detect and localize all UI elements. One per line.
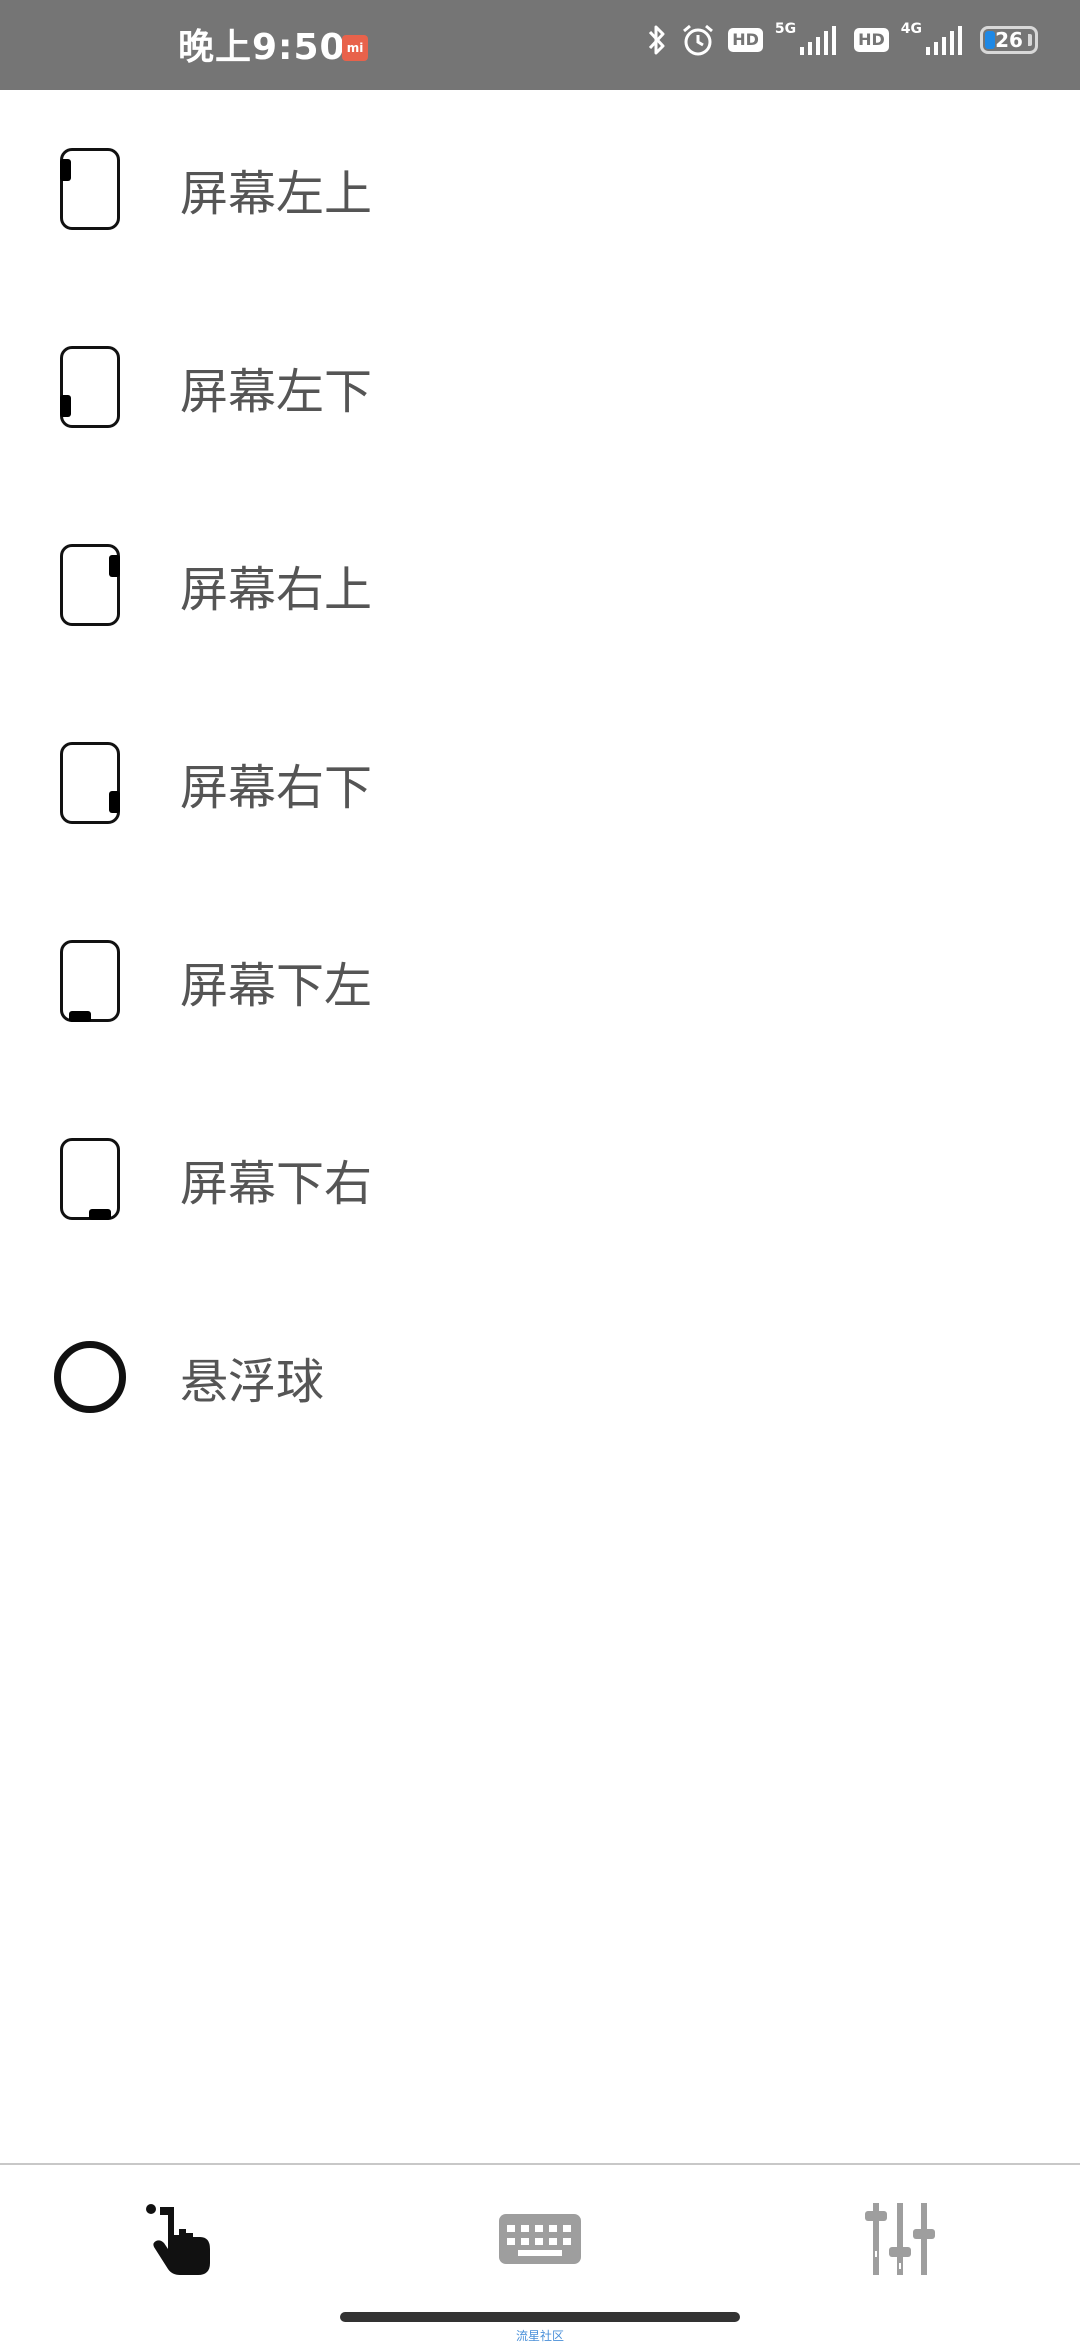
phone-bottom-side-right-icon xyxy=(60,1138,120,1220)
floating-ball-icon xyxy=(54,1341,126,1413)
option-bottom-side-right[interactable]: 屏幕下右 xyxy=(0,1080,1080,1278)
touch-gesture-icon xyxy=(140,2199,220,2283)
network-5g-label: 5G xyxy=(774,21,797,37)
bluetooth-icon xyxy=(646,23,668,57)
nav-keyboard-button[interactable] xyxy=(480,2191,600,2291)
home-indicator[interactable] xyxy=(340,2312,740,2322)
option-bottom-right[interactable]: 屏幕右下 xyxy=(0,684,1080,882)
alarm-icon xyxy=(680,22,716,58)
option-label: 屏幕左上 xyxy=(180,166,373,222)
watermark: 流星社区 xyxy=(515,2329,564,2343)
option-floating-ball[interactable]: 悬浮球 xyxy=(0,1278,1080,1476)
option-label: 屏幕左下 xyxy=(180,364,373,420)
mi-notification-icon: mi xyxy=(342,35,368,61)
option-top-left[interactable]: 屏幕左上 xyxy=(0,90,1080,288)
phone-top-right-icon xyxy=(60,544,120,626)
status-time: 晚上9:50 xyxy=(178,27,346,68)
phone-bottom-right-icon xyxy=(60,742,120,824)
status-icons: HD 5G HD 4G 26 xyxy=(646,18,1038,62)
keyboard-icon xyxy=(498,2213,582,2269)
option-label: 屏幕下左 xyxy=(180,958,373,1014)
position-option-list: 屏幕左上 屏幕左下 屏幕右上 屏幕右下 屏幕下左 屏幕下右 悬浮球 xyxy=(0,90,1080,1476)
option-label: 悬浮球 xyxy=(180,1354,325,1410)
status-bar: 晚上9:50 mi HD 5G HD 4G 26 xyxy=(0,0,1080,90)
battery-icon: 26 xyxy=(980,26,1038,54)
signal-strength-icon-2 xyxy=(924,25,968,55)
option-label: 屏幕下右 xyxy=(180,1156,373,1212)
phone-bottom-side-left-icon xyxy=(60,940,120,1022)
phone-top-left-icon xyxy=(60,148,120,230)
option-label: 屏幕右上 xyxy=(180,562,373,618)
phone-bottom-left-icon xyxy=(60,346,120,428)
option-bottom-side-left[interactable]: 屏幕下左 xyxy=(0,882,1080,1080)
bottom-navigation: 流星社区 xyxy=(0,2163,1080,2343)
hd-voice-icon: HD xyxy=(728,28,763,52)
option-bottom-left[interactable]: 屏幕左下 xyxy=(0,288,1080,486)
nav-settings-button[interactable] xyxy=(840,2191,960,2291)
nav-touch-button[interactable] xyxy=(120,2191,240,2291)
sliders-icon xyxy=(862,2201,938,2281)
hd-voice-icon-2: HD xyxy=(854,28,889,52)
network-4g-label: 4G xyxy=(900,21,922,37)
battery-level: 26 xyxy=(995,28,1023,52)
signal-strength-icon xyxy=(798,25,842,55)
option-top-right[interactable]: 屏幕右上 xyxy=(0,486,1080,684)
option-label: 屏幕右下 xyxy=(180,760,373,816)
